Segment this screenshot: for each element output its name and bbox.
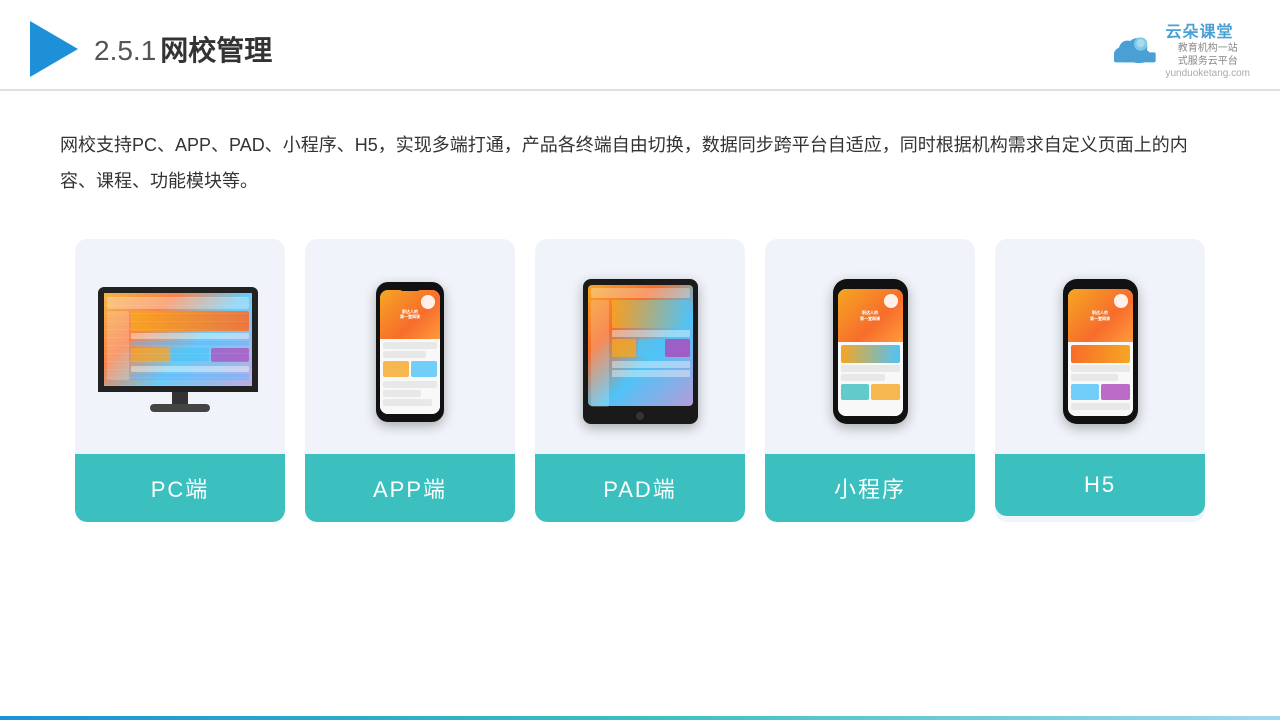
card-pad-label: PAD端	[535, 454, 745, 522]
phone-app-icon: 职达人的第一堂网课	[376, 282, 444, 422]
card-h5-image: 职达人的第一堂网课	[995, 259, 1205, 444]
page-title: 2.5.1网校管理	[94, 29, 272, 69]
card-pc: PC端	[75, 239, 285, 522]
card-h5-label: H5	[995, 454, 1205, 516]
cloud-icon	[1109, 33, 1159, 65]
footer-line	[0, 716, 1280, 720]
phone-screen: 职达人的第一堂网课	[380, 290, 440, 414]
card-app-label: APP端	[305, 454, 515, 522]
tablet-home-button	[636, 412, 644, 420]
brand-main-label: 云朵课堂	[1165, 18, 1250, 42]
page-title-text: 网校管理	[160, 35, 272, 66]
card-miniprogram-image: 职达人的第一堂网课	[765, 259, 975, 444]
page-title-number: 2.5.1	[94, 35, 156, 66]
phone-notch	[400, 286, 420, 291]
brand-tagline: 教育机构一站式服务云平台	[1165, 42, 1250, 68]
phone-mini-icon: 职达人的第一堂网课	[833, 279, 908, 424]
card-h5: 职达人的第一堂网课	[995, 239, 1205, 522]
tablet-content	[588, 285, 693, 412]
description-paragraph: 网校支持PC、APP、PAD、小程序、H5，实现多端打通，产品各终端自由切换，数…	[60, 127, 1220, 199]
phone-h5-icon: 职达人的第一堂网课	[1063, 279, 1138, 424]
brand-name-text: 云朵课堂 教育机构一站式服务云平台 yunduoketang.com	[1165, 18, 1250, 79]
card-app-image: 职达人的第一堂网课	[305, 259, 515, 444]
pc-monitor-icon	[98, 287, 263, 417]
brand-logo: 云朵课堂 教育机构一站式服务云平台 yunduoketang.com	[1109, 18, 1250, 79]
description-text: 网校支持PC、APP、PAD、小程序、H5，实现多端打通，产品各终端自由切换，数…	[0, 91, 1280, 219]
card-pc-image	[75, 259, 285, 444]
header: 2.5.1网校管理 云朵课堂 教育机构一站式服务云平台 yunduoketang…	[0, 0, 1280, 91]
logo-triangle-icon	[30, 21, 78, 77]
brand-url: yunduoketang.com	[1165, 68, 1250, 79]
phone-h5-notch	[1089, 284, 1111, 289]
card-pc-label: PC端	[75, 454, 285, 522]
brand-logo-icon: 云朵课堂 教育机构一站式服务云平台 yunduoketang.com	[1109, 18, 1250, 79]
monitor-screen	[98, 287, 258, 392]
phone-mini-screen: 职达人的第一堂网课	[838, 289, 903, 416]
card-miniprogram-label: 小程序	[765, 454, 975, 522]
card-pad: PAD端	[535, 239, 745, 522]
card-pad-image	[535, 259, 745, 444]
card-miniprogram: 职达人的第一堂网课	[765, 239, 975, 522]
header-left: 2.5.1网校管理	[30, 21, 272, 77]
cards-container: PC端 职达人的第一堂网课	[0, 219, 1280, 552]
phone-h5-screen: 职达人的第一堂网课	[1068, 289, 1133, 416]
card-app: 职达人的第一堂网课	[305, 239, 515, 522]
tablet-icon	[583, 279, 698, 424]
phone-mini-notch	[859, 284, 881, 289]
